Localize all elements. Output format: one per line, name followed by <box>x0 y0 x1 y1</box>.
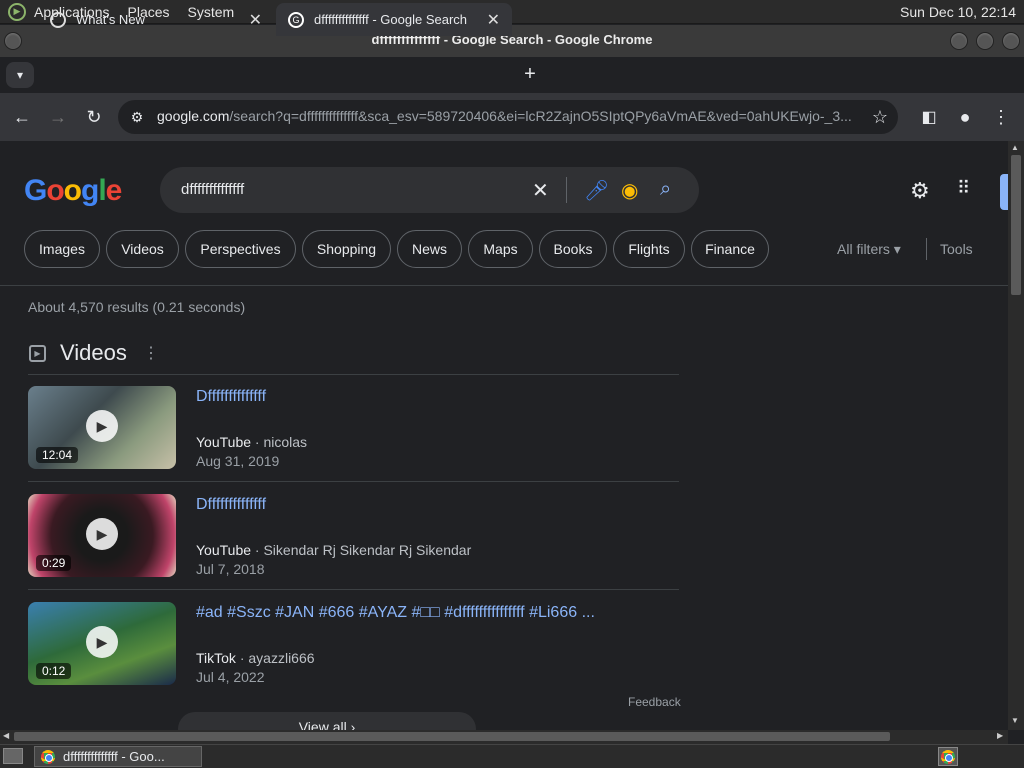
play-icon: ▶ <box>86 410 118 442</box>
search-divider <box>566 177 567 203</box>
gnome-foot-icon[interactable]: ▶ <box>8 2 26 21</box>
filter-images[interactable]: Images <box>24 230 100 268</box>
video-thumbnail[interactable]: ▶ 0:29 <box>28 494 176 577</box>
video-duration: 0:29 <box>36 555 72 571</box>
close-window-icon[interactable] <box>1002 32 1020 50</box>
lens-camera-icon[interactable]: ◉ <box>621 178 638 203</box>
show-desktop-icon[interactable] <box>3 748 23 764</box>
filter-videos[interactable]: Videos <box>106 230 179 268</box>
tab-strip <box>0 57 1024 93</box>
profile-icon[interactable]: ● <box>954 106 976 128</box>
url-text[interactable]: google.com/search?q=dffffffffffffff&sca_… <box>157 108 865 124</box>
video-title-link[interactable]: #ad #Sszc #JAN #666 #AYAZ #□□ #dffffffff… <box>196 604 595 622</box>
filter-news[interactable]: News <box>397 230 462 268</box>
tab-search-chevron-icon[interactable]: ▾ <box>6 62 34 88</box>
bookmark-star-icon[interactable]: ☆ <box>869 106 891 128</box>
reload-icon[interactable]: ↻ <box>83 106 105 128</box>
panel-clock[interactable]: Sun Dec 10, 22:14 <box>900 4 1016 20</box>
video-title-link[interactable]: Dffffffffffffff <box>196 388 266 406</box>
feedback-link[interactable]: Feedback <box>628 695 681 709</box>
tray-chrome-button[interactable] <box>938 747 958 766</box>
author-name: ayazzli666 <box>248 650 315 666</box>
close-icon[interactable]: ✕ <box>487 10 500 30</box>
minimize-icon[interactable] <box>950 32 968 50</box>
scroll-down-arrow-icon[interactable]: ▼ <box>1011 716 1019 725</box>
side-panel-icon[interactable]: ◧ <box>918 106 940 128</box>
taskbar-window-button[interactable]: dffffffffffffff - Goo... <box>34 746 202 767</box>
author-name: Sikendar Rj Sikendar Rj Sikendar <box>263 542 472 558</box>
window-menu-icon[interactable] <box>4 32 22 50</box>
url-path: /search?q=dffffffffffffff&sca_esv=589720… <box>229 108 852 124</box>
divider <box>28 374 679 375</box>
video-thumbnail[interactable]: ▶ 0:12 <box>28 602 176 685</box>
account-avatar[interactable] <box>1000 174 1008 210</box>
vertical-scroll-thumb[interactable] <box>1011 155 1021 295</box>
video-source: TikTok · ayazzli666 <box>196 650 315 666</box>
filter-flights[interactable]: Flights <box>613 230 685 268</box>
horizontal-scroll-thumb[interactable] <box>14 732 890 741</box>
chrome-icon <box>50 11 66 28</box>
apps-grid-icon[interactable]: ⠿ <box>957 178 970 199</box>
site-info-icon[interactable]: ⚙ <box>126 106 148 128</box>
back-icon[interactable]: ← <box>11 106 33 128</box>
scroll-right-arrow-icon[interactable]: ▶ <box>997 731 1003 740</box>
tab-label: dffffffffffffff - Google Search <box>314 12 468 27</box>
video-date: Jul 4, 2022 <box>196 669 265 685</box>
video-duration: 0:12 <box>36 663 72 679</box>
taskbar-window-label: dffffffffffffff - Goo... <box>63 749 165 764</box>
url-host: google.com <box>157 108 230 124</box>
header-divider <box>0 285 1008 286</box>
tools-button[interactable]: Tools <box>940 241 973 257</box>
result-stats: About 4,570 results (0.21 seconds) <box>28 299 246 315</box>
play-icon: ▶ <box>86 626 118 658</box>
kebab-menu-icon[interactable]: ⋮ <box>990 106 1012 128</box>
filter-books[interactable]: Books <box>539 230 607 268</box>
search-input[interactable]: dffffffffffffff <box>181 181 244 198</box>
divider <box>28 481 679 482</box>
tab-google-search[interactable]: G dffffffffffffff - Google Search ✕ <box>276 3 512 36</box>
filter-maps[interactable]: Maps <box>468 230 533 268</box>
filter-shopping[interactable]: Shopping <box>302 230 391 268</box>
tab-whats-new[interactable]: What's New ✕ <box>38 3 274 36</box>
all-filters-button[interactable]: All filters ▾ <box>837 241 901 258</box>
play-icon: ▶ <box>86 518 118 550</box>
video-title-link[interactable]: Dffffffffffffff <box>196 496 266 514</box>
scroll-left-arrow-icon[interactable]: ◀ <box>3 731 9 740</box>
scroll-up-arrow-icon[interactable]: ▲ <box>1011 143 1019 152</box>
video-source: YouTube · Sikendar Rj Sikendar Rj Sikend… <box>196 542 472 558</box>
google-logo[interactable]: Google <box>24 174 122 208</box>
video-date: Jul 7, 2018 <box>196 561 265 577</box>
filters-divider <box>926 238 927 260</box>
source-name: TikTok <box>196 650 236 666</box>
divider <box>28 589 679 590</box>
video-source: YouTube · nicolas <box>196 434 308 450</box>
video-thumbnail[interactable]: ▶ 12:04 <box>28 386 176 469</box>
chrome-icon <box>941 749 955 764</box>
video-section-icon: ▶ <box>29 345 46 362</box>
dropdown-arrow-icon: ▾ <box>893 241 901 257</box>
more-options-icon[interactable]: ⋮ <box>143 343 159 363</box>
filter-perspectives[interactable]: Perspectives <box>185 230 296 268</box>
filter-finance[interactable]: Finance <box>691 230 769 268</box>
all-filters-label: All filters <box>837 241 890 257</box>
maximize-icon[interactable] <box>976 32 994 50</box>
video-date: Aug 31, 2019 <box>196 453 280 469</box>
chrome-icon <box>41 749 55 764</box>
source-name: YouTube <box>196 542 252 558</box>
videos-heading: Videos <box>60 340 127 365</box>
settings-gear-icon[interactable]: ⚙ <box>910 178 930 204</box>
forward-icon[interactable]: → <box>47 106 69 128</box>
close-icon[interactable]: ✕ <box>249 10 262 30</box>
author-name: nicolas <box>263 434 308 450</box>
microphone-icon[interactable]: 🎤︎ <box>584 178 609 203</box>
tab-label: What's New <box>76 12 145 27</box>
search-icon[interactable]: ⌕ <box>660 178 671 201</box>
google-g-icon: G <box>288 11 304 28</box>
source-name: YouTube <box>196 434 252 450</box>
clear-search-icon[interactable]: ✕ <box>532 178 549 203</box>
new-tab-icon[interactable]: + <box>518 62 542 86</box>
video-duration: 12:04 <box>36 447 79 463</box>
